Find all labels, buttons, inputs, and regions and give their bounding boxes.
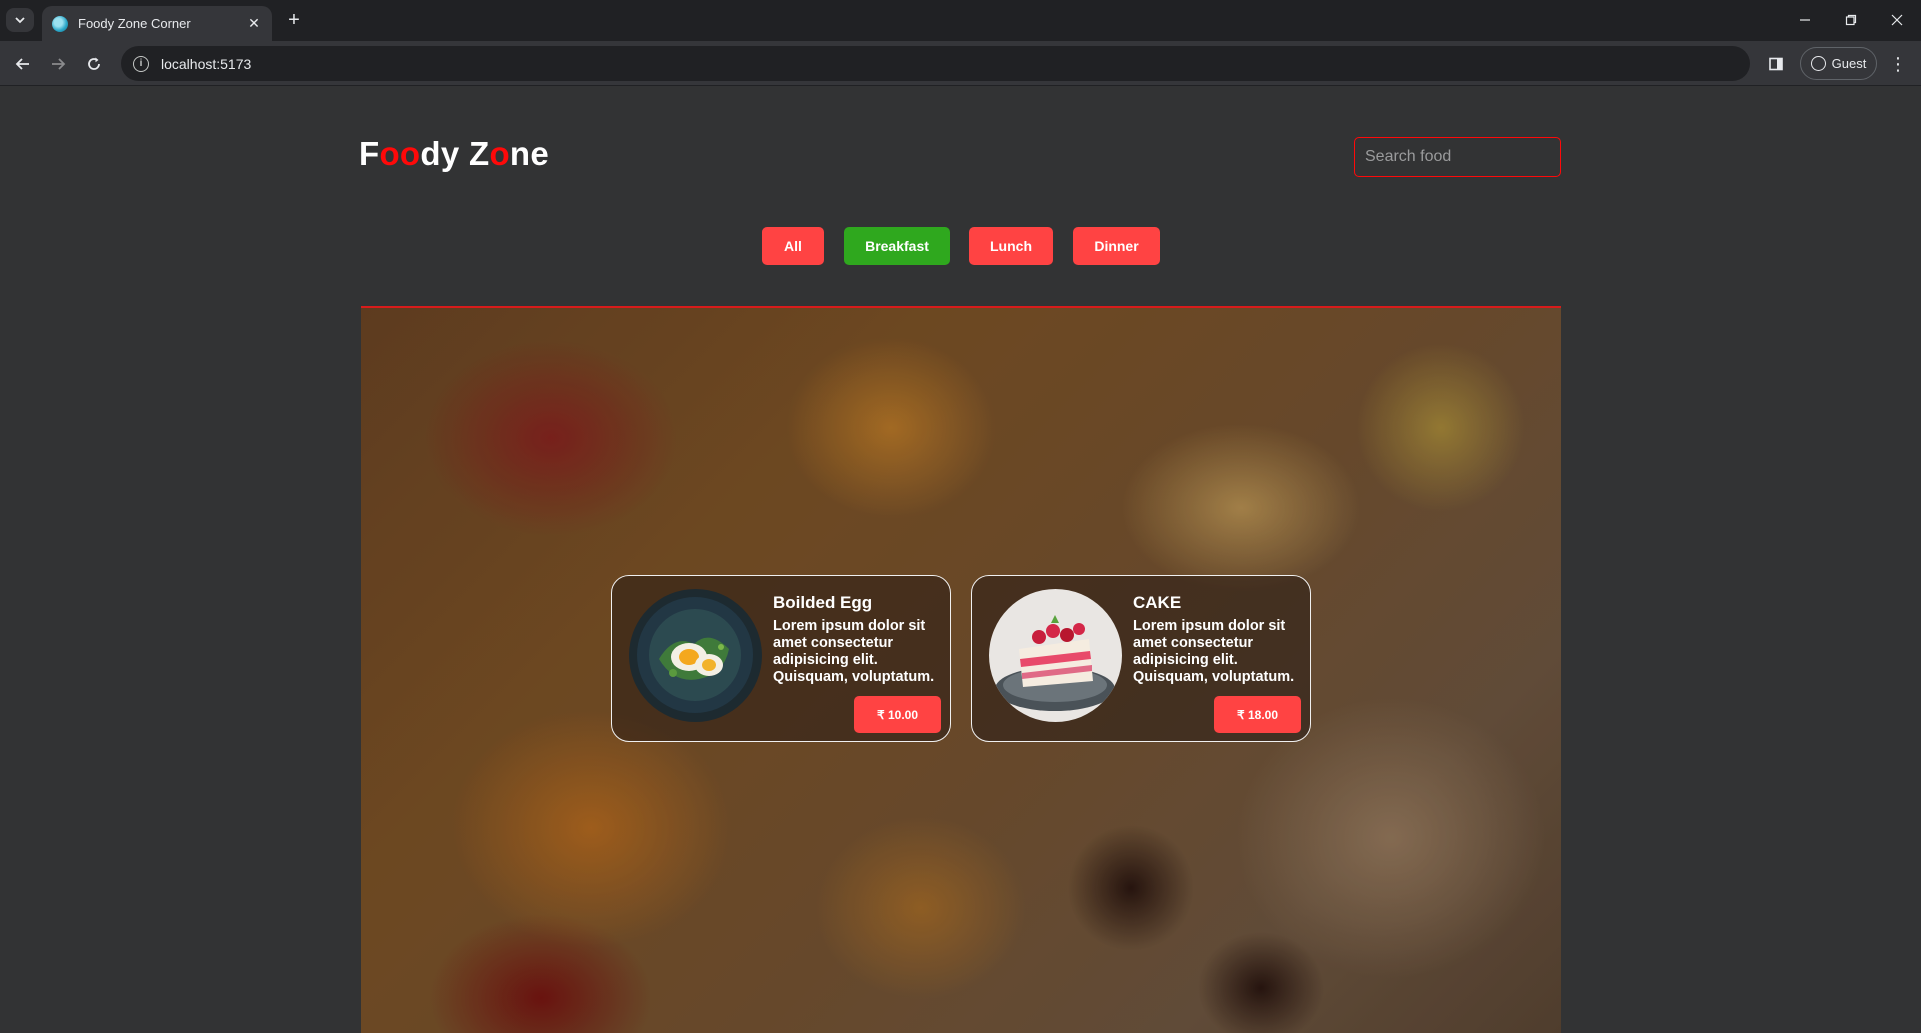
tab-title: Foody Zone Corner — [78, 16, 191, 31]
side-panel-icon[interactable] — [1765, 53, 1787, 75]
profile-label: Guest — [1831, 56, 1867, 71]
restore-icon[interactable] — [1829, 8, 1873, 32]
logo: Foody Zone — [359, 135, 549, 173]
reload-icon[interactable] — [81, 51, 107, 77]
cake-slice-image — [989, 589, 1122, 722]
browser-toolbar: i localhost:5173 Guest ⋮ — [0, 41, 1921, 86]
food-card: Boilded Egg Lorem ipsum dolor sit amet c… — [611, 575, 951, 742]
logo-part: ne — [509, 135, 550, 172]
minimize-icon[interactable] — [1783, 8, 1827, 32]
filter-dinner-button[interactable]: Dinner — [1073, 227, 1160, 265]
food-card: CAKE Lorem ipsum dolor sit amet consecte… — [971, 575, 1311, 742]
price-button[interactable]: ₹ 18.00 — [1214, 696, 1301, 733]
close-window-icon[interactable] — [1875, 8, 1919, 32]
filter-lunch-button[interactable]: Lunch — [969, 227, 1053, 265]
profile-avatar-icon — [1810, 56, 1826, 71]
close-tab-icon[interactable]: ✕ — [246, 15, 262, 32]
forward-arrow-icon[interactable] — [45, 51, 71, 77]
food-name: Boilded Egg — [773, 593, 873, 612]
address-bar[interactable]: i localhost:5173 — [121, 46, 1750, 81]
tab-search-chevron-icon[interactable] — [6, 8, 34, 32]
logo-part: F — [359, 135, 380, 172]
profile-guest-button[interactable]: Guest — [1800, 47, 1877, 80]
food-name: CAKE — [1133, 593, 1182, 612]
boiled-egg-plate-image — [629, 589, 762, 722]
food-background-section: Boilded Egg Lorem ipsum dolor sit amet c… — [361, 306, 1561, 1033]
food-description: Lorem ipsum dolor sit amet consectetur a… — [1133, 618, 1295, 685]
food-description: Lorem ipsum dolor sit amet consectetur a… — [773, 618, 935, 685]
url-text: localhost:5173 — [161, 55, 252, 72]
logo-part: dy Z — [420, 135, 490, 172]
more-menu-icon[interactable]: ⋮ — [1888, 53, 1908, 75]
filter-breakfast-button[interactable]: Breakfast — [844, 227, 950, 265]
filter-all-button[interactable]: All — [762, 227, 824, 265]
browser-tab[interactable]: Foody Zone Corner ✕ — [42, 6, 272, 41]
logo-part-accent: o — [489, 135, 510, 172]
search-input[interactable] — [1354, 137, 1561, 177]
app-container: Foody Zone All Breakfast Lunch Dinner — [0, 87, 1921, 1033]
site-info-icon[interactable]: i — [133, 55, 149, 72]
logo-part-accent: oo — [379, 135, 421, 172]
new-tab-plus-icon[interactable]: + — [282, 8, 306, 32]
browser-tab-bar: Foody Zone Corner ✕ + — [0, 0, 1921, 41]
price-button[interactable]: ₹ 10.00 — [854, 696, 941, 733]
filter-bar: All Breakfast Lunch Dinner — [0, 227, 1921, 267]
back-arrow-icon[interactable] — [10, 51, 36, 77]
site-favicon-icon — [52, 15, 68, 32]
